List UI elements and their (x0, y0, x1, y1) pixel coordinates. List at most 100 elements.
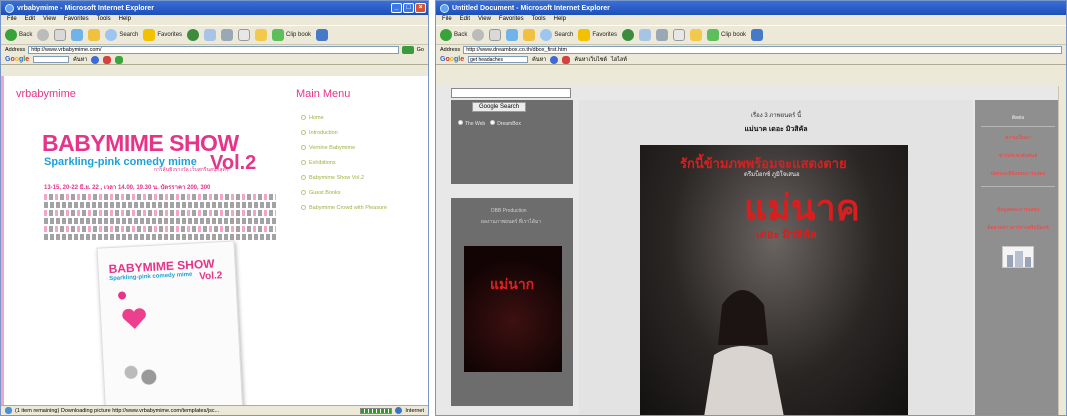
google-search-button[interactable]: ค้นหา (532, 56, 546, 64)
google-highlight[interactable]: ไฮไลท์ (611, 56, 627, 64)
stop-icon[interactable] (54, 29, 67, 41)
menu-item-home[interactable]: Home (301, 110, 387, 125)
right-link-tickets[interactable]: บัตรและที่นั่งรอบการแสดง (975, 170, 1061, 178)
google-site-search[interactable]: ค้นหาเว็บไซต์ (574, 56, 607, 64)
contact-heading: ติดต่อ (1011, 116, 1025, 121)
search-button[interactable]: Search (540, 29, 573, 41)
google-tool-icon[interactable] (550, 55, 559, 64)
star-icon (578, 29, 591, 41)
go-button[interactable] (401, 46, 414, 54)
site-brand[interactable]: vrbabymime (16, 88, 76, 100)
radio-the-web[interactable]: The Web (458, 120, 485, 127)
google-search-button[interactable]: ค้นหา (73, 56, 87, 64)
title-bar: vrbabymime - Microsoft Internet Explorer… (1, 1, 428, 15)
menu-item-show-vol2[interactable]: Babymime Show Vol.2 (301, 170, 387, 185)
security-zone: Internet (405, 407, 424, 414)
right-link-news[interactable]: ข่าวประชาสัมพันธ์ (975, 152, 1061, 160)
globe-icon (395, 407, 403, 414)
bullet-icon (301, 205, 306, 210)
address-input[interactable]: http://www.vrbabymime.com/ (28, 46, 399, 54)
favorites-button[interactable]: Favorites (578, 29, 617, 41)
title-bar: Untitled Document - Microsoft Internet E… (436, 1, 1066, 15)
menu-edit[interactable]: Edit (25, 16, 35, 24)
window-title: vrbabymime - Microsoft Internet Explorer (17, 4, 154, 12)
menu-favorites[interactable]: Favorites (64, 16, 89, 24)
radio-dreambox[interactable]: DreamBox (490, 120, 521, 127)
forward-button[interactable] (37, 29, 50, 41)
building-logo-icon[interactable] (1002, 246, 1034, 268)
menu-favorites[interactable]: Favorites (499, 16, 524, 24)
messenger-icon[interactable] (751, 29, 764, 41)
favorites-button[interactable]: Favorites (143, 29, 182, 41)
menu-item-exhibitions[interactable]: Exhibitions (301, 155, 387, 170)
google-tool-icon[interactable] (91, 55, 100, 64)
mail-icon[interactable] (221, 29, 234, 41)
google-search-submit[interactable]: Google Search (472, 102, 526, 112)
star-icon (143, 29, 156, 41)
google-search-input[interactable] (33, 56, 70, 63)
menu-edit[interactable]: Edit (460, 16, 470, 24)
home-icon[interactable] (523, 29, 536, 41)
right-link-follow[interactable]: ติดตามข่าวสารจากดรีมบ็อกซ์ (975, 224, 1061, 232)
history-icon[interactable] (204, 29, 217, 41)
refresh-icon[interactable] (71, 29, 84, 41)
right-link-cast[interactable]: ข้อมูลคณะการแสดง (975, 206, 1061, 214)
menu-bar: File Edit View Favorites Tools Help (436, 15, 1066, 25)
print-icon[interactable] (673, 29, 686, 41)
vertical-scrollbar[interactable] (1058, 86, 1066, 415)
menu-tools[interactable]: Tools (532, 16, 546, 24)
clipbook-button[interactable]: Clip book (272, 29, 311, 41)
search-button[interactable]: Search (105, 29, 138, 41)
print-icon[interactable] (238, 29, 251, 41)
right-link-panel: ติดต่อ ความเป็นมา ข่าวประชาสัมพันธ์ บัตร… (975, 100, 1061, 415)
poster-thai-tagline: การลุ้นชิงรางวัล เว็บสกรีนสนุกสุดๆ (154, 167, 229, 173)
minimize-button[interactable]: _ (391, 3, 402, 13)
bullet-icon (301, 130, 306, 135)
address-input[interactable]: http://www.dreambox.co.th/dbox_first.htm (463, 46, 1062, 54)
back-arrow-icon (5, 29, 17, 41)
ie-logo-icon (5, 3, 14, 13)
address-label: Address (5, 47, 26, 53)
small-movie-poster[interactable]: แม่นาก (464, 246, 562, 372)
menu-item-introduction[interactable]: Introduction (301, 125, 387, 140)
status-bar: (1 item remaining) Downloading picture h… (1, 405, 428, 415)
gmail-icon[interactable] (562, 55, 571, 64)
menu-item-crowd[interactable]: Babymime Crowd with Pleasure (301, 200, 387, 215)
download-progress (360, 407, 393, 414)
maximize-button[interactable]: □ (403, 3, 414, 13)
media-icon[interactable] (187, 29, 200, 41)
menu-help[interactable]: Help (119, 16, 131, 24)
right-link-history[interactable]: ความเป็นมา (975, 134, 1061, 142)
messenger-icon[interactable] (316, 29, 329, 41)
menu-file[interactable]: File (442, 16, 452, 24)
clipbook-button[interactable]: Clip book (707, 29, 746, 41)
google-toolbar: Google get headaches ค้นหา ค้นหาเว็บไซต์… (436, 55, 1066, 65)
refresh-icon[interactable] (506, 29, 519, 41)
history-icon[interactable] (639, 29, 652, 41)
back-button[interactable]: Back (5, 29, 32, 41)
gmail-icon[interactable] (103, 55, 112, 64)
google-news-icon[interactable] (115, 55, 124, 64)
menu-view[interactable]: View (43, 16, 56, 24)
menu-help[interactable]: Help (554, 16, 566, 24)
media-icon[interactable] (622, 29, 635, 41)
home-icon[interactable] (88, 29, 101, 41)
menu-item-guest-books[interactable]: Guest Books (301, 185, 387, 200)
menu-item-vernine[interactable]: Vernine Babymime (301, 140, 387, 155)
clipbook-icon (707, 29, 720, 41)
back-button[interactable]: Back (440, 29, 467, 41)
menu-tools[interactable]: Tools (97, 16, 111, 24)
ie-logo-icon (440, 3, 449, 13)
folder-icon[interactable] (690, 29, 703, 41)
forward-button[interactable] (472, 29, 485, 41)
mail-icon[interactable] (656, 29, 669, 41)
menu-view[interactable]: View (478, 16, 491, 24)
google-search-input[interactable]: get headaches (468, 56, 529, 63)
close-button[interactable]: × (415, 3, 426, 13)
menu-file[interactable]: File (7, 16, 17, 24)
go-label: Go (416, 47, 424, 53)
address-bar: Address http://www.dreambox.co.th/dbox_f… (436, 45, 1066, 55)
stop-icon[interactable] (489, 29, 502, 41)
site-search-input[interactable] (451, 88, 571, 98)
folder-icon[interactable] (255, 29, 268, 41)
